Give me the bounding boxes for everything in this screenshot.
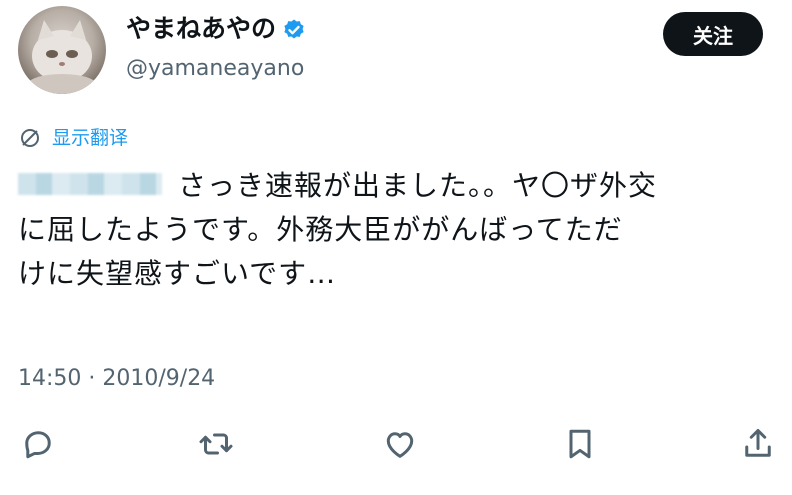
redacted-text-blur [18,173,162,195]
avatar[interactable] [18,6,106,94]
show-translation-label: 显示翻译 [52,127,129,149]
retweet-button[interactable] [196,422,236,466]
follow-button[interactable]: 关注 [663,12,763,56]
show-translation-link[interactable]: 显示翻译 [18,124,128,152]
verified-badge-icon [282,17,306,41]
translate-globe-icon [18,126,42,150]
reply-button[interactable] [18,422,58,466]
tweet-timestamp[interactable]: 14:50 · 2010/9/24 [18,364,215,394]
like-button[interactable] [380,422,420,466]
bookmark-icon [569,429,591,459]
retweet-icon [199,433,233,455]
reply-icon [25,431,51,459]
display-name-text: やまねあやの [126,14,277,43]
share-button[interactable] [738,422,778,466]
user-handle[interactable]: @yamaneayano [126,54,304,84]
share-icon [745,429,771,457]
tweet-line-1-text: さっき速報が出ました。。ヤ〇ザ外交 [178,169,658,202]
heart-icon [386,432,414,458]
tweet-line-1: さっき速報が出ました。。ヤ〇ザ外交 [18,164,778,208]
display-name[interactable]: やまねあやの [126,12,306,46]
tweet-line-2: に屈したようです。外務大臣ががんばってただ [18,213,623,246]
tweet-line-3: けに失望感すごいです… [18,257,337,290]
bookmark-button[interactable] [560,422,600,466]
tweet-text: さっき速報が出ました。。ヤ〇ザ外交 に屈したようです。外務大臣ががんばってただ … [18,164,778,296]
